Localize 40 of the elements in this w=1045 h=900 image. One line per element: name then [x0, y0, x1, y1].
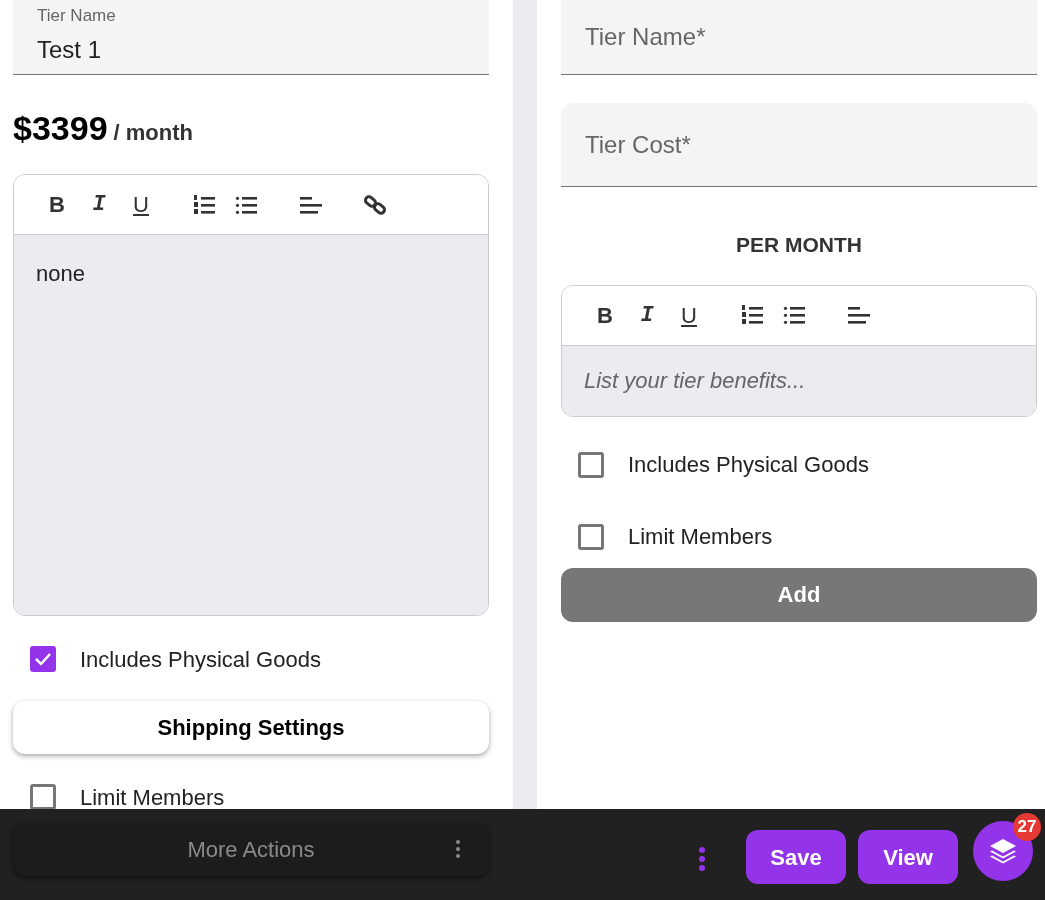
- price-period: / month: [113, 119, 193, 147]
- text-field[interactable]: Tier Name*: [561, 0, 1037, 75]
- notification-badge: 27: [1013, 813, 1041, 841]
- field-label: Tier Name: [37, 6, 117, 24]
- underline-button[interactable]: U: [668, 299, 710, 331]
- numbered-list-icon[interactable]: [193, 193, 217, 216]
- tier-name-field[interactable]: Tier Name Test 1: [13, 0, 489, 75]
- underline-button[interactable]: U: [120, 188, 162, 221]
- link-icon[interactable]: [363, 192, 387, 217]
- checkbox-label: Limit Members: [628, 523, 773, 551]
- more-icon[interactable]: [698, 846, 706, 872]
- align-left-icon[interactable]: [847, 305, 871, 325]
- bold-button[interactable]: B: [36, 188, 78, 221]
- bold-button[interactable]: B: [584, 299, 626, 331]
- checkbox[interactable]: [578, 523, 604, 550]
- layers-icon: [988, 836, 1018, 866]
- italic-button[interactable]: I: [78, 188, 120, 221]
- editor-text-area[interactable]: List your tier benefits...: [562, 345, 1036, 416]
- bullet-list-icon[interactable]: [783, 304, 807, 326]
- period-label: PER MONTH: [735, 232, 863, 258]
- editor-text: none: [36, 261, 85, 286]
- numbered-list-icon[interactable]: [741, 304, 765, 326]
- save-button[interactable]: Save: [746, 830, 846, 884]
- align-left-icon[interactable]: [299, 194, 323, 215]
- shipping-settings-button[interactable]: Shipping Settings: [13, 701, 489, 754]
- more-actions-button[interactable]: More Actions: [13, 823, 489, 876]
- checkbox[interactable]: [30, 646, 56, 672]
- view-button[interactable]: View: [858, 830, 958, 884]
- price-amount: $3399: [13, 108, 108, 149]
- text-field[interactable]: Tier Cost*: [561, 103, 1037, 187]
- editor-placeholder: List your tier benefits...: [584, 367, 806, 395]
- checkbox[interactable]: [578, 451, 604, 478]
- checkbox-label: Includes Physical Goods: [80, 645, 321, 674]
- italic-button[interactable]: I: [626, 299, 668, 331]
- checkbox-label: Limit Members: [80, 783, 225, 812]
- editor-text-area[interactable]: none: [14, 235, 488, 615]
- field-value: Test 1: [37, 34, 103, 65]
- checkbox[interactable]: [30, 784, 56, 810]
- checkbox-label: Includes Physical Goods: [628, 451, 869, 479]
- more-icon[interactable]: [455, 839, 461, 859]
